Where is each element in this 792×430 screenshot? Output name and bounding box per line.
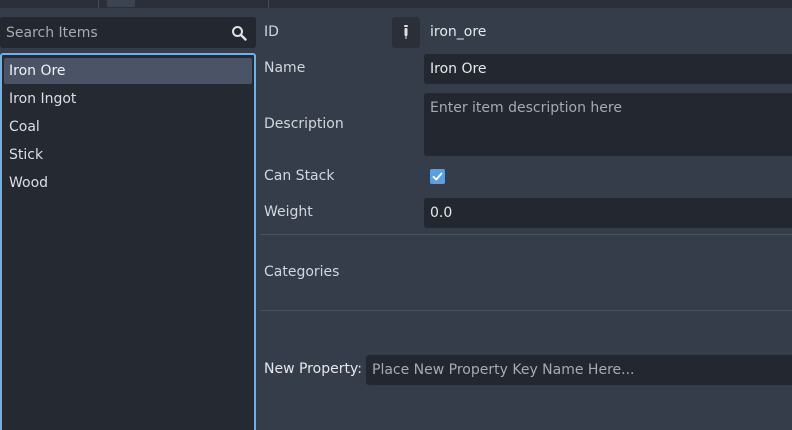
toolbar-separator (268, 0, 269, 8)
new-property-input[interactable] (366, 355, 792, 385)
divider (260, 310, 792, 311)
id-label: ID (264, 24, 279, 40)
name-field[interactable]: Iron Ore (424, 54, 792, 84)
list-item[interactable]: Stick (4, 142, 252, 168)
can-stack-label: Can Stack (264, 168, 335, 184)
weight-field[interactable]: 0.0 (424, 198, 792, 228)
search-input[interactable] (0, 17, 222, 48)
list-item[interactable]: Iron Ingot (4, 86, 252, 112)
check-icon (432, 172, 443, 181)
list-item[interactable]: Iron Ore (4, 58, 252, 84)
item-list[interactable]: Iron Ore Iron Ingot Coal Stick Wood (0, 53, 256, 430)
id-field[interactable]: iron_ore (424, 17, 792, 47)
description-textarea[interactable]: Enter item description here (424, 93, 792, 156)
toolbar-separator (98, 0, 99, 8)
weight-label: Weight (264, 204, 313, 220)
categories-label: Categories (264, 264, 340, 280)
search-box (0, 17, 256, 48)
description-label: Description (264, 116, 344, 132)
search-icon[interactable] (231, 25, 247, 41)
list-item[interactable]: Coal (4, 114, 252, 140)
divider (260, 234, 792, 235)
pin-button[interactable] (392, 17, 420, 48)
new-property-label: New Property: (264, 361, 362, 377)
pin-icon (400, 24, 412, 40)
item-editor: Iron Ore Iron Ingot Coal Stick Wood ID i… (0, 0, 792, 430)
can-stack-checkbox[interactable] (430, 169, 445, 184)
list-item[interactable]: Wood (4, 170, 252, 196)
toolbar-tab[interactable] (107, 0, 135, 7)
name-label: Name (264, 60, 306, 76)
